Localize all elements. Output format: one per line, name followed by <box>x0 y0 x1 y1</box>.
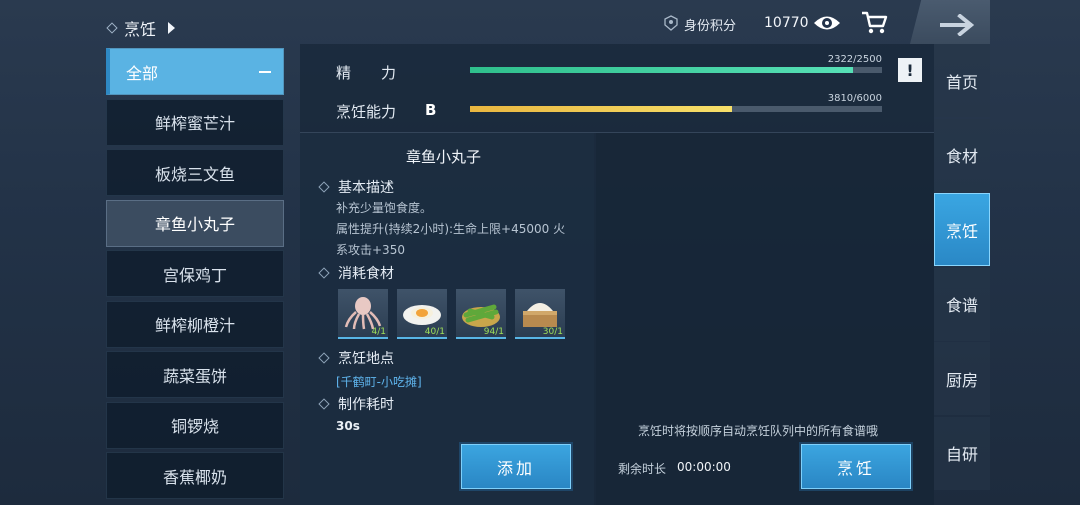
section-location: 烹饪地点 <box>318 348 394 368</box>
cooking-grade: B <box>425 101 437 119</box>
diamond-icon <box>318 181 330 193</box>
section-ingredients: 消耗食材 <box>318 263 394 283</box>
detail-panel: 精 力 2322/2500 烹饪能力 B 3810/6000 ! 章鱼小丸子 基… <box>300 44 934 505</box>
section-basic-desc: 基本描述 <box>318 177 394 197</box>
diamond-icon <box>318 267 330 279</box>
section-label: 消耗食材 <box>338 266 394 282</box>
diamond-icon <box>318 352 330 364</box>
energy-bar <box>470 67 882 73</box>
list-item-label: 板烧三文鱼 <box>154 164 235 184</box>
nav-ingredients[interactable]: 食材 <box>934 118 990 192</box>
cook-button[interactable]: 烹饪 <box>801 444 911 489</box>
queue-hint: 烹饪时将按顺序自动烹饪队列中的所有食谱哦 <box>638 424 879 438</box>
right-nav: 首页 食材 烹饪 食谱 厨房 自研 <box>934 44 990 491</box>
list-item-label: 铜锣烧 <box>170 417 219 436</box>
list-item[interactable]: 香蕉椰奶 <box>106 452 284 499</box>
badge-icon <box>664 15 678 31</box>
cooking-label: 烹饪能力 <box>336 103 397 121</box>
list-item[interactable]: 蔬菜蛋饼 <box>106 351 284 398</box>
play-arrow-icon <box>168 22 176 34</box>
list-item[interactable]: 铜锣烧 <box>106 401 284 449</box>
section-label: 烹饪地点 <box>338 351 394 367</box>
cart-icon[interactable] <box>860 10 888 36</box>
desc-line-2: 属性提升(持续2小时):生命上限+45000 火系攻击+350 <box>336 222 566 257</box>
list-item-selected[interactable]: 章鱼小丸子 <box>106 199 284 247</box>
nav-research[interactable]: 自研 <box>934 416 990 490</box>
location-link[interactable]: [千鹤町-小吃摊] <box>336 373 422 390</box>
section-time: 制作耗时 <box>318 394 394 414</box>
vegetable-icon <box>462 304 500 327</box>
list-item-label: 香蕉椰奶 <box>162 467 227 487</box>
score-value: 10770 <box>764 15 809 31</box>
flour-icon <box>523 303 557 327</box>
list-item-label: 全部 <box>126 63 159 83</box>
list-item-label: 鲜榨蜜芒汁 <box>154 114 235 133</box>
nav-home[interactable]: 首页 <box>934 44 990 117</box>
energy-bar-fill <box>470 67 853 73</box>
nav-cooking[interactable]: 烹饪 <box>934 193 990 266</box>
cooking-bar-fill <box>470 106 732 112</box>
list-item-label: 蔬菜蛋饼 <box>162 366 227 386</box>
ingredient-count: 30/1 <box>542 327 563 337</box>
ingredient-octopus[interactable]: 4/1 <box>338 289 388 339</box>
ingredient-count: 40/1 <box>424 327 445 337</box>
arrow-right-icon <box>940 14 975 36</box>
add-button[interactable]: 添加 <box>461 444 571 489</box>
list-item[interactable]: 板烧三文鱼 <box>106 149 284 196</box>
nav-kitchen[interactable]: 厨房 <box>934 342 990 415</box>
breadcrumb-label: 烹饪 <box>124 20 157 39</box>
list-item[interactable]: 鲜榨蜜芒汁 <box>106 98 284 146</box>
energy-value: 2322/2500 <box>827 54 882 65</box>
list-item[interactable]: 鲜榨柳橙汁 <box>106 300 284 348</box>
breadcrumb[interactable]: 烹饪 <box>106 16 176 40</box>
octopus-icon <box>344 297 382 330</box>
list-item-all[interactable]: 全部 <box>106 48 284 95</box>
ingredient-egg[interactable]: 40/1 <box>397 289 447 339</box>
list-item-label: 章鱼小丸子 <box>154 215 235 234</box>
list-item[interactable]: 宫保鸡丁 <box>106 250 284 297</box>
energy-label: 精 力 <box>336 64 397 82</box>
collapse-icon <box>259 70 271 73</box>
list-item-label: 鲜榨柳橙汁 <box>154 316 235 335</box>
score-label: 身份积分 <box>684 19 737 34</box>
ingredient-count: 4/1 <box>371 327 386 337</box>
recipe-list: 全部 鲜榨蜜芒汁 板烧三文鱼 章鱼小丸子 宫保鸡丁 鲜榨柳橙汁 蔬菜蛋饼 铜锣烧… <box>106 48 284 503</box>
cooking-bar <box>470 106 882 112</box>
section-label: 制作耗时 <box>338 397 394 413</box>
alert-button[interactable]: ! <box>898 58 922 82</box>
remaining-value: 00:00:00 <box>677 460 731 474</box>
time-value: 30s <box>336 419 360 433</box>
ingredient-count: 94/1 <box>483 327 504 337</box>
section-label: 基本描述 <box>338 180 394 196</box>
diamond-icon <box>106 22 118 34</box>
nav-recipes[interactable]: 食谱 <box>934 267 990 341</box>
ingredient-vegetable[interactable]: 94/1 <box>456 289 506 339</box>
cooking-value: 3810/6000 <box>827 93 882 104</box>
desc-line-1: 补充少量饱食度。 <box>336 201 433 215</box>
egg-icon <box>403 305 441 325</box>
diamond-icon <box>318 398 330 410</box>
remaining-label: 剩余时长 <box>618 462 667 476</box>
list-item-label: 宫保鸡丁 <box>162 265 227 285</box>
eye-icon[interactable] <box>812 12 842 34</box>
dish-title: 章鱼小丸子 <box>406 148 482 166</box>
ingredient-flour[interactable]: 30/1 <box>515 289 565 339</box>
